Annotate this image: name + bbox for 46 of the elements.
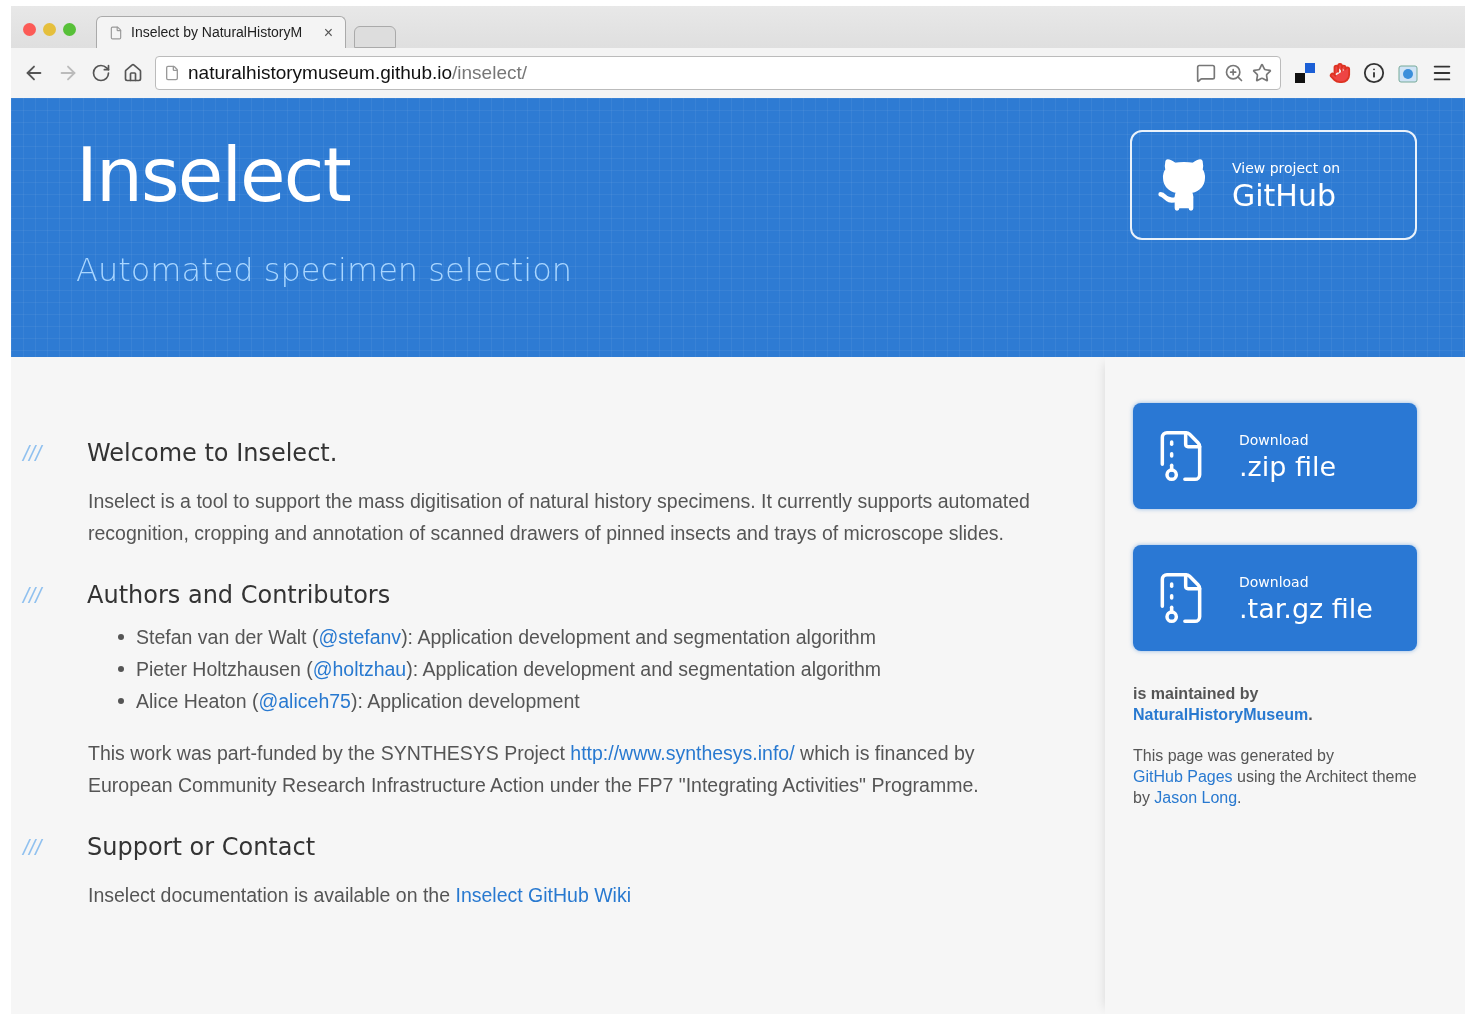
link[interactable]: GitHub Pages	[1133, 768, 1233, 785]
site-title: Inselect	[76, 131, 351, 220]
link[interactable]: @stefanv	[318, 626, 402, 648]
extension-icon[interactable]	[1397, 62, 1419, 84]
link[interactable]: Jason Long	[1154, 789, 1238, 806]
github-button[interactable]: View project on GitHub	[1130, 130, 1417, 240]
list-item: Stefan van der Walt (@stefanv): Application development and segmentation algorithm	[136, 625, 876, 650]
download-button[interactable]: Download .zip file	[1133, 403, 1417, 509]
home-icon[interactable]	[123, 63, 143, 83]
credits-text: This page was generated by GitHub Pages using the Architect theme by Jason Long.	[1133, 746, 1418, 808]
link[interactable]: Inselect GitHub Wiki	[455, 884, 632, 906]
bullet-icon	[118, 666, 124, 672]
browser-tab[interactable]: Inselect by NaturalHistoryM ×	[96, 16, 346, 48]
speech-bubble-icon[interactable]	[1196, 63, 1216, 83]
link[interactable]: NaturalHistoryMuseum	[1133, 706, 1309, 723]
section-heading: Welcome to Inselect.	[87, 438, 338, 469]
reload-icon[interactable]	[91, 63, 111, 83]
paragraph: Inselect documentation is available on the Inselect GitHub Wiki	[88, 883, 633, 908]
link[interactable]: @aliceh75	[258, 690, 351, 712]
bookmark-star-icon[interactable]	[1252, 63, 1272, 83]
page-icon	[164, 65, 180, 81]
link[interactable]: http://www.synthesys.info/	[570, 742, 795, 764]
bullet-icon	[118, 698, 124, 704]
download-button[interactable]: Download .tar.gz file	[1133, 545, 1417, 651]
link[interactable]: @holtzhau	[312, 658, 407, 680]
squares-icon[interactable]	[1293, 61, 1317, 85]
zoom-icon[interactable]	[1224, 63, 1244, 83]
close-window-icon[interactable]	[23, 23, 36, 36]
maintainer-text: is maintained by NaturalHistoryMuseum.	[1133, 684, 1314, 725]
list-item: Alice Heaton (@aliceh75): Application development	[136, 689, 580, 714]
info-icon[interactable]	[1363, 62, 1385, 84]
page-icon	[109, 25, 123, 40]
section-heading: Support or Contact	[87, 832, 316, 863]
url-text: naturalhistorymuseum.github.io/inselect/	[188, 60, 528, 85]
heading-marker: ///	[23, 440, 44, 468]
section-heading: Authors and Contributors	[87, 580, 391, 611]
list-item: Pieter Holtzhausen (@holtzhau): Application development and segmentation algorithm	[136, 657, 881, 682]
close-tab-icon[interactable]: ×	[323, 20, 333, 45]
heading-marker: ///	[23, 834, 44, 862]
bullet-icon	[118, 634, 124, 640]
heading-marker: ///	[23, 582, 44, 610]
hand-icon[interactable]	[1329, 62, 1351, 84]
site-subtitle: Automated specimen selection	[76, 250, 573, 291]
address-bar[interactable]: naturalhistorymuseum.github.io/inselect/	[155, 56, 1281, 90]
paragraph: This work was part-funded by the SYNTHESYS Project http://www.synthesys.info/ which is financed by European Community Research Infrastructure Action under the FP7 "Integrating Activities" Programme.	[88, 741, 980, 798]
paragraph: Inselect is a tool to support the mass digitisation of natural history specimens. It currently supports automated recognition, cropping and annotation of scanned drawers of pinned insects and trays of microscope slides.	[88, 489, 1031, 546]
